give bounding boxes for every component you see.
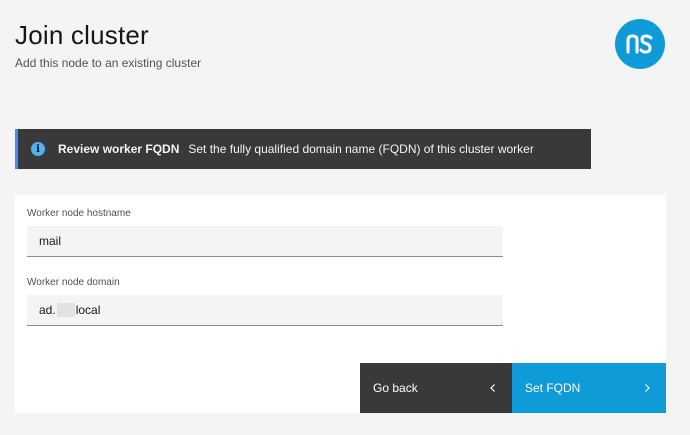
logo-glyph <box>626 34 653 54</box>
go-back-button[interactable]: Go back <box>360 363 512 413</box>
chevron-left-icon <box>490 384 495 392</box>
info-notification: i Review worker FQDN Set the fully quali… <box>15 129 591 169</box>
redacted-segment <box>56 303 75 317</box>
domain-input[interactable]: ad. local <box>27 295 503 326</box>
hostname-input[interactable]: mail <box>27 226 503 257</box>
notification-message: Set the fully qualified domain name (FQD… <box>188 142 534 156</box>
chevron-right-icon <box>645 384 650 392</box>
domain-value-prefix: ad. <box>39 303 56 317</box>
domain-label: Worker node domain <box>27 277 120 288</box>
ns8-logo-icon <box>615 19 665 69</box>
hostname-label: Worker node hostname <box>27 208 131 219</box>
go-back-label: Go back <box>373 381 418 395</box>
page-subtitle: Add this node to an existing cluster <box>15 56 202 70</box>
set-fqdn-button[interactable]: Set FQDN <box>512 363 666 413</box>
information-icon: i <box>31 142 45 156</box>
domain-value-suffix: local <box>75 303 101 317</box>
page-title: Join cluster <box>15 20 149 50</box>
form-card: Worker node hostname mail Worker node do… <box>15 195 666 413</box>
hostname-value: mail <box>39 234 62 248</box>
set-fqdn-label: Set FQDN <box>525 381 581 395</box>
notification-title: Review worker FQDN <box>58 142 180 156</box>
